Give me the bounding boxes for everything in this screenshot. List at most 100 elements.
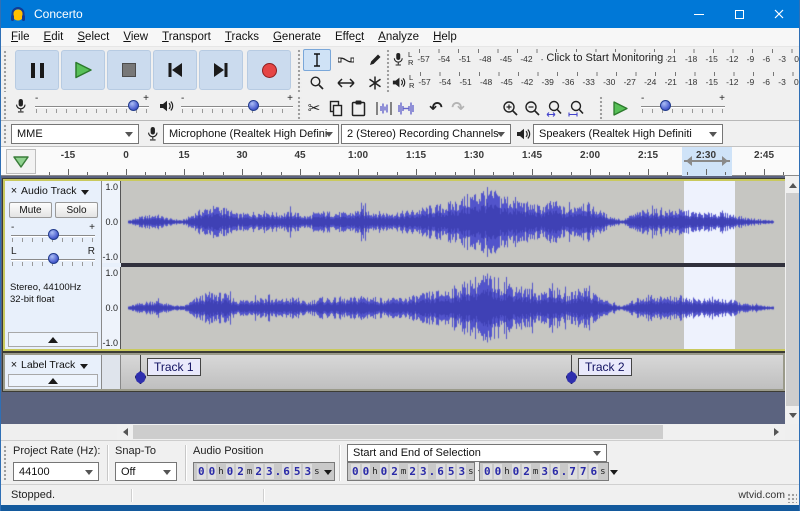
slider-thumb[interactable]: [248, 100, 259, 111]
timefield-char[interactable]: 3: [540, 464, 549, 479]
monitoring-hint[interactable]: Click to Start Monitoring: [543, 52, 666, 64]
track-collapse-button[interactable]: [8, 374, 98, 387]
scroll-down-button[interactable]: [785, 407, 800, 424]
snap-to-select[interactable]: Off: [115, 462, 177, 481]
timefield-char[interactable]: 3: [303, 464, 312, 479]
zoom-out-button[interactable]: [521, 97, 543, 119]
play-speed-slider[interactable]: -+: [641, 97, 725, 117]
redo-button[interactable]: ↷: [447, 97, 469, 119]
timefield-char[interactable]: s: [600, 467, 605, 477]
timefield-char[interactable]: m: [533, 467, 538, 477]
menu-item-edit[interactable]: Edit: [37, 29, 71, 45]
timefield-char[interactable]: 6: [551, 464, 560, 479]
menu-item-effect[interactable]: Effect: [328, 29, 371, 45]
timefield-char[interactable]: 0: [494, 464, 503, 479]
input-device-select[interactable]: Microphone (Realtek High Defini: [163, 124, 339, 144]
menu-item-analyze[interactable]: Analyze: [371, 29, 426, 45]
playback-meter[interactable]: LR -57-54-51-48-45-42-39-36-33-30-27-24-…: [391, 71, 799, 93]
label-box[interactable]: Track 1: [147, 358, 201, 376]
waveform-channel-left[interactable]: [121, 181, 785, 263]
menu-item-view[interactable]: View: [116, 29, 155, 45]
output-device-select[interactable]: Speakers (Realtek High Definiti: [533, 124, 723, 144]
trim-audio-button[interactable]: [373, 97, 395, 119]
paste-button[interactable]: [347, 97, 369, 119]
timefield-char[interactable]: 0: [208, 464, 217, 479]
menu-item-transport[interactable]: Transport: [155, 29, 218, 45]
scroll-right-button[interactable]: [769, 424, 785, 440]
timefield-char[interactable]: 3: [419, 464, 428, 479]
track-menu-arrow-icon[interactable]: [80, 364, 88, 373]
timefield-char[interactable]: 7: [568, 464, 577, 479]
device-toolbar-grip[interactable]: [3, 124, 8, 144]
scroll-up-button[interactable]: [785, 176, 800, 193]
selection-end-field[interactable]: 00h02m36.776s: [479, 462, 609, 481]
timefield-char[interactable]: 2: [390, 464, 399, 479]
maximize-button[interactable]: [719, 0, 759, 28]
timefield-char[interactable]: m: [401, 467, 406, 477]
play-speed-toolbar-grip[interactable]: [599, 96, 604, 119]
timefield-char[interactable]: 0: [197, 464, 206, 479]
tools-toolbar-grip[interactable]: [297, 49, 302, 93]
timefield-char[interactable]: 0: [226, 464, 235, 479]
zoom-in-button[interactable]: [499, 97, 521, 119]
horizontal-scrollbar[interactable]: [117, 424, 785, 440]
waveform-channel-right[interactable]: [121, 267, 785, 349]
timefield-char[interactable]: 2: [522, 464, 531, 479]
waveform-canvas-right[interactable]: [121, 267, 785, 349]
edit-toolbar-grip[interactable]: [297, 96, 302, 119]
timefield-char[interactable]: 6: [282, 464, 291, 479]
timefield-char[interactable]: 3: [265, 464, 274, 479]
project-rate-select[interactable]: 44100: [13, 462, 99, 481]
multi-tool-button[interactable]: [361, 72, 389, 94]
skip-to-end-button[interactable]: [199, 50, 243, 90]
timefield-char[interactable]: 0: [362, 464, 371, 479]
draw-tool-button[interactable]: [361, 49, 389, 71]
timefield-char[interactable]: 2: [408, 464, 417, 479]
menu-item-tracks[interactable]: Tracks: [218, 29, 266, 45]
vertical-scrollbar-thumb[interactable]: [786, 193, 800, 406]
close-button[interactable]: [759, 0, 799, 28]
copy-button[interactable]: [325, 97, 347, 119]
track-collapse-button[interactable]: [8, 332, 98, 347]
scroll-left-button[interactable]: [117, 424, 133, 440]
zoom-to-selection-button[interactable]: [543, 97, 565, 119]
stop-button[interactable]: [107, 50, 151, 90]
envelope-tool-button[interactable]: [332, 49, 360, 71]
play-at-speed-button[interactable]: [607, 97, 633, 119]
timefield-char[interactable]: 0: [512, 464, 521, 479]
zoom-tool-button[interactable]: [303, 72, 331, 94]
solo-button[interactable]: Solo: [55, 202, 98, 218]
menu-item-help[interactable]: Help: [426, 29, 464, 45]
timefield-char[interactable]: 6: [589, 464, 598, 479]
audio-track-name[interactable]: Audio Track: [21, 185, 76, 197]
timefield-char[interactable]: .: [275, 465, 282, 478]
timefield-char[interactable]: h: [504, 467, 509, 477]
timefield-char[interactable]: 5: [447, 464, 456, 479]
slider-thumb[interactable]: [48, 253, 59, 264]
selection-start-field[interactable]: 00h02m23.653s: [347, 462, 475, 481]
skip-to-start-button[interactable]: [153, 50, 197, 90]
timefield-dropdown-arrow[interactable]: [324, 470, 332, 479]
timefield-dropdown-arrow[interactable]: [610, 470, 618, 479]
label-marker-icon[interactable]: [566, 371, 577, 384]
mute-button[interactable]: Mute: [9, 202, 52, 218]
timefield-char[interactable]: 7: [579, 464, 588, 479]
timefield-char[interactable]: 3: [457, 464, 466, 479]
timefield-char[interactable]: .: [429, 465, 436, 478]
pause-button[interactable]: [15, 50, 59, 90]
menu-item-generate[interactable]: Generate: [266, 29, 328, 45]
time-shift-tool-button[interactable]: [332, 72, 360, 94]
undo-button[interactable]: ↶: [425, 97, 447, 119]
timefield-char[interactable]: 2: [254, 464, 263, 479]
audio-track-close-button[interactable]: ×: [7, 185, 21, 197]
selection-toolbar-grip[interactable]: [3, 445, 8, 481]
gain-slider[interactable]: -+: [11, 226, 95, 246]
recording-volume-slider[interactable]: -+: [35, 97, 149, 117]
pan-slider[interactable]: LR: [11, 250, 95, 270]
label-box[interactable]: Track 2: [578, 358, 632, 376]
input-channels-select[interactable]: 2 (Stereo) Recording Channels: [341, 124, 511, 144]
timefield-char[interactable]: m: [247, 467, 252, 477]
audio-position-field[interactable]: 00h02m23.653s: [193, 462, 335, 481]
slider-thumb[interactable]: [660, 100, 671, 111]
timefield-char[interactable]: .: [561, 465, 568, 478]
